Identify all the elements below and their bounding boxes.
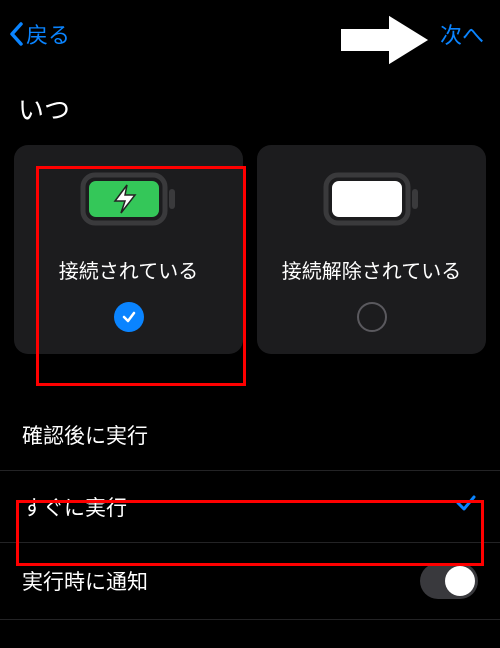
row-run-now[interactable]: すぐに実行 bbox=[0, 471, 500, 543]
notify-toggle[interactable] bbox=[420, 563, 478, 599]
option-connected-label: 接続されている bbox=[59, 255, 198, 284]
nav-next-button[interactable]: 次へ bbox=[440, 18, 484, 50]
radio-selected-icon bbox=[114, 302, 144, 332]
radio-unselected-icon bbox=[357, 302, 387, 332]
nav-back-button[interactable]: 戻る bbox=[8, 18, 70, 50]
option-disconnected-label: 接続解除されている bbox=[282, 255, 461, 284]
section-title: いつ bbox=[0, 68, 500, 145]
battery-charging-icon bbox=[79, 171, 179, 227]
option-connected[interactable]: 接続されている bbox=[14, 145, 243, 354]
row-notify: 実行時に通知 bbox=[0, 543, 500, 620]
battery-full-icon bbox=[322, 171, 422, 227]
nav-back-label: 戻る bbox=[26, 18, 70, 50]
check-icon bbox=[454, 491, 478, 522]
row-run-now-label: すぐに実行 bbox=[22, 492, 127, 522]
toggle-knob bbox=[445, 566, 475, 596]
row-notify-label: 実行時に通知 bbox=[22, 566, 148, 596]
nav-next-label: 次へ bbox=[440, 23, 484, 48]
row-confirm-run[interactable]: 確認後に実行 bbox=[0, 400, 500, 471]
chevron-left-icon bbox=[8, 21, 24, 47]
option-disconnected[interactable]: 接続解除されている bbox=[257, 145, 486, 354]
row-confirm-run-label: 確認後に実行 bbox=[22, 420, 148, 450]
